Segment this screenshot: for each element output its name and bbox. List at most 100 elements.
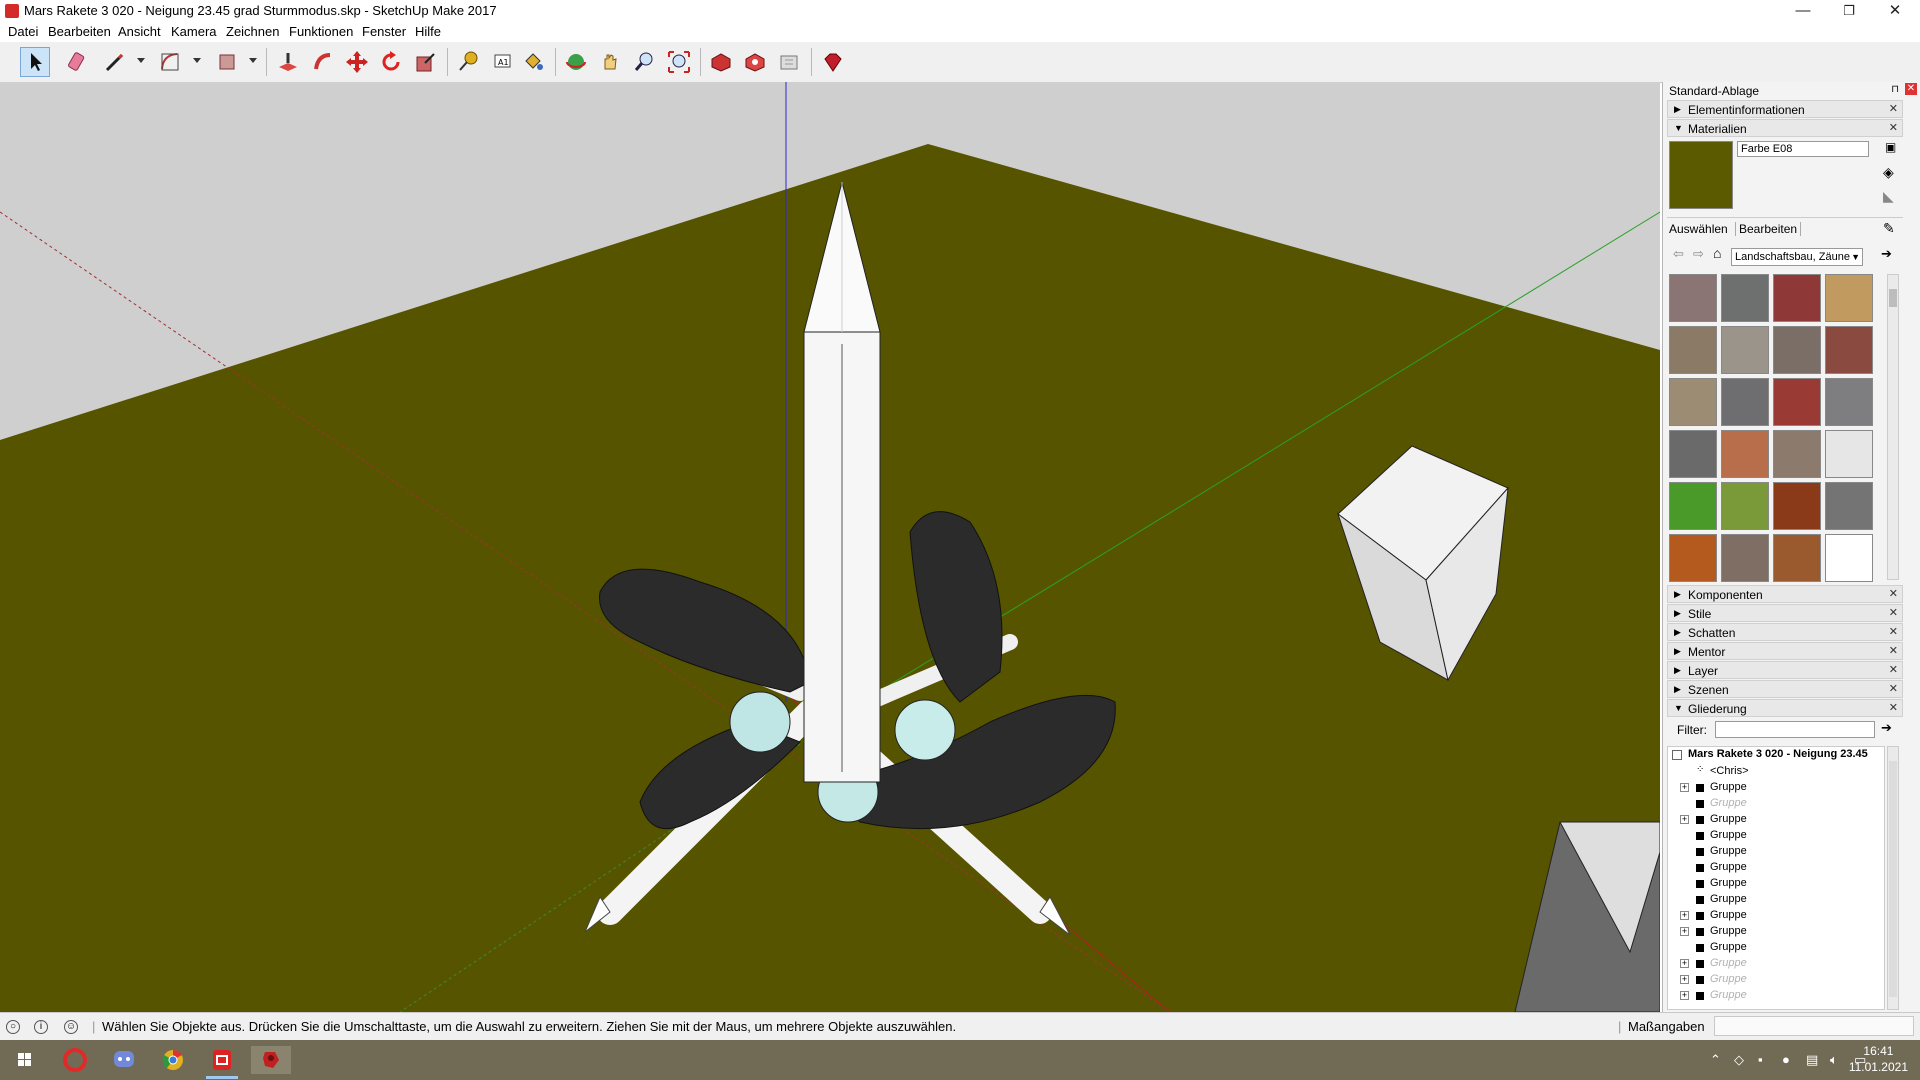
panel-components[interactable]: ▶ Komponenten ✕ — [1667, 585, 1903, 603]
sketchup-taskbar-icon[interactable] — [202, 1046, 242, 1079]
maximize-button[interactable]: ❐ — [1826, 0, 1872, 22]
material-swatch[interactable] — [1825, 378, 1873, 426]
zoom-extents-icon[interactable] — [664, 47, 694, 77]
tape-measure-icon[interactable] — [453, 47, 483, 77]
panel-scenes[interactable]: ▶ Szenen ✕ — [1667, 680, 1903, 698]
outliner-item[interactable]: Gruppe — [1672, 860, 1882, 876]
outliner-item[interactable]: Gruppe — [1672, 876, 1882, 892]
arc-icon[interactable] — [155, 47, 185, 77]
outliner-item[interactable]: + Gruppe — [1672, 988, 1882, 1004]
chrome-icon[interactable] — [153, 1046, 193, 1074]
windows-start-icon[interactable] — [4, 1046, 44, 1074]
panel-close-icon[interactable]: ✕ — [1889, 663, 1898, 676]
material-swatch[interactable] — [1721, 482, 1769, 530]
outliner-item[interactable]: Gruppe — [1672, 892, 1882, 908]
panel-materials[interactable]: ▼ Materialien ✕ — [1667, 119, 1903, 137]
outliner-item[interactable]: Gruppe — [1672, 796, 1882, 812]
wifi-icon[interactable]: ▤ — [1806, 1052, 1818, 1068]
push-pull-icon[interactable] — [273, 47, 303, 77]
zoom-icon[interactable] — [629, 47, 659, 77]
select-icon[interactable] — [20, 47, 50, 77]
scale-icon[interactable] — [411, 47, 441, 77]
forward-arrow-icon[interactable]: ⇨ — [1693, 246, 1704, 262]
orbit-icon[interactable] — [561, 47, 591, 77]
pencil-dropdown-icon[interactable] — [137, 58, 145, 63]
menu-funktionen[interactable]: Funktionen — [289, 24, 353, 39]
chevron-up-icon[interactable]: ⌃ — [1710, 1052, 1721, 1068]
credits-icon[interactable]: i — [34, 1020, 48, 1034]
material-swatch[interactable] — [1773, 534, 1821, 582]
move-icon[interactable] — [342, 47, 372, 77]
material-swatch[interactable] — [1669, 534, 1717, 582]
material-swatch[interactable] — [1773, 326, 1821, 374]
outliner-item[interactable]: + Gruppe — [1672, 956, 1882, 972]
pin-icon[interactable]: ⊓ — [1891, 84, 1899, 95]
create-material-icon[interactable]: ▣ — [1885, 140, 1896, 154]
warehouse-icon[interactable] — [706, 47, 736, 77]
panel-outliner[interactable]: ▼ Gliederung ✕ — [1667, 699, 1903, 717]
panel-layers[interactable]: ▶ Layer ✕ — [1667, 661, 1903, 679]
user-account-icon[interactable]: ☺ — [64, 1020, 78, 1034]
menu-hilfe[interactable]: Hilfe — [415, 24, 441, 39]
outliner-item[interactable]: Gruppe — [1672, 940, 1882, 956]
geo-location-icon[interactable]: ○ — [6, 1020, 20, 1034]
panel-close-icon[interactable]: ✕ — [1889, 606, 1898, 619]
text-icon[interactable]: A1 — [487, 47, 517, 77]
swatch-scrollbar[interactable] — [1887, 274, 1899, 580]
sample-paint-icon[interactable]: ◣ — [1883, 188, 1894, 205]
follow-me-icon[interactable] — [308, 47, 338, 77]
outliner-scrollbar[interactable] — [1887, 746, 1899, 1010]
menu-datei[interactable]: Datei — [8, 24, 38, 39]
material-swatch[interactable] — [1773, 482, 1821, 530]
material-swatch[interactable] — [1825, 482, 1873, 530]
discord-tray-icon[interactable]: ▪ — [1758, 1052, 1763, 1067]
material-swatch[interactable] — [1669, 378, 1717, 426]
outliner-root[interactable]: Mars Rakete 3 020 - Neigung 23.45 — [1688, 748, 1868, 760]
details-arrow-icon[interactable]: ➔ — [1881, 246, 1892, 262]
opera-icon[interactable] — [55, 1046, 95, 1074]
material-swatch[interactable] — [1721, 326, 1769, 374]
material-swatch[interactable] — [1721, 274, 1769, 322]
outliner-item[interactable]: Gruppe — [1672, 844, 1882, 860]
material-swatch[interactable] — [1721, 378, 1769, 426]
default-material-icon[interactable]: ◈ — [1883, 164, 1894, 181]
panel-close-icon[interactable]: ✕ — [1889, 701, 1898, 714]
volume-icon[interactable]: 🔈︎ — [1830, 1052, 1838, 1068]
panel-close-icon[interactable]: ✕ — [1889, 121, 1898, 134]
outliner-item[interactable]: Gruppe — [1672, 828, 1882, 844]
material-swatch[interactable] — [1721, 430, 1769, 478]
material-swatch[interactable] — [1825, 430, 1873, 478]
game-app-icon[interactable] — [251, 1046, 291, 1074]
menu-kamera[interactable]: Kamera — [171, 24, 217, 39]
tab-edit[interactable]: Bearbeiten — [1735, 222, 1802, 236]
material-swatch[interactable] — [1669, 326, 1717, 374]
material-swatch[interactable] — [1669, 430, 1717, 478]
pan-icon[interactable] — [595, 47, 625, 77]
network-tray-icon[interactable]: ◇ — [1734, 1052, 1744, 1068]
eyedropper-icon[interactable]: ✎ — [1883, 220, 1895, 237]
eraser-icon[interactable] — [62, 47, 92, 77]
tab-select[interactable]: Auswählen — [1669, 222, 1728, 236]
menu-bearbeiten[interactable]: Bearbeiten — [48, 24, 111, 39]
measurements-input[interactable] — [1714, 1016, 1914, 1036]
rectangle-icon[interactable] — [212, 47, 242, 77]
material-swatch[interactable] — [1721, 534, 1769, 582]
panel-close-icon[interactable]: ✕ — [1889, 625, 1898, 638]
extension-warehouse-icon[interactable] — [740, 47, 770, 77]
outliner-item[interactable]: + Gruppe — [1672, 812, 1882, 828]
material-swatch[interactable] — [1825, 534, 1873, 582]
expand-icon[interactable]: + — [1680, 815, 1689, 824]
arc-dropdown-icon[interactable] — [193, 58, 201, 63]
pencil-icon[interactable] — [100, 47, 130, 77]
home-icon[interactable]: ⌂ — [1713, 245, 1721, 261]
panel-close-icon[interactable]: ✕ — [1889, 587, 1898, 600]
expand-icon[interactable]: + — [1680, 991, 1689, 1000]
panel-close-icon[interactable]: ✕ — [1889, 682, 1898, 695]
panel-shadows[interactable]: ▶ Schatten ✕ — [1667, 623, 1903, 641]
panel-mentor[interactable]: ▶ Mentor ✕ — [1667, 642, 1903, 660]
material-name-input[interactable] — [1737, 141, 1869, 157]
clock[interactable]: 16:41 11.01.2021 — [1849, 1043, 1908, 1075]
outliner-item[interactable]: + Gruppe — [1672, 780, 1882, 796]
expand-icon[interactable]: + — [1680, 927, 1689, 936]
panel-element-info[interactable]: ▶ Elementinformationen ✕ — [1667, 100, 1903, 118]
